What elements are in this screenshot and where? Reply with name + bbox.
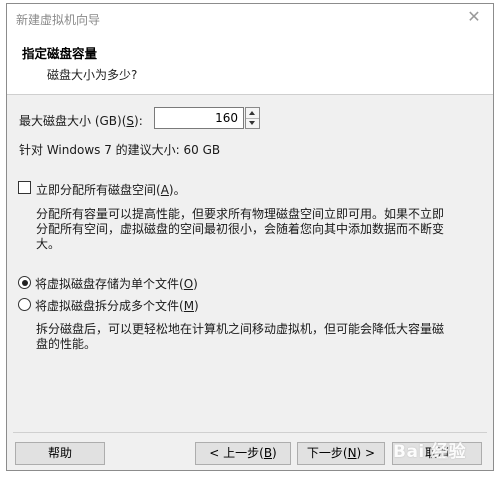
split-multiple-files-radio[interactable] xyxy=(18,298,31,311)
window-title: 新建虚拟机向导 xyxy=(16,13,101,27)
next-button[interactable]: 下一步(N) > xyxy=(297,442,385,465)
recommended-size-text: 针对 Windows 7 的建议大小: 60 GB xyxy=(19,143,221,157)
page-title: 指定磁盘容量 xyxy=(22,46,98,61)
close-icon[interactable]: ✕ xyxy=(465,8,483,26)
allocate-desc-line: 分配所有容量可以提高性能，但要求所有物理磁盘空间立即可用。如果不立即 xyxy=(36,207,445,221)
wizard-header: 指定磁盘容量 磁盘大小为多少? xyxy=(7,31,493,95)
split-multiple-files-label[interactable]: 将虚拟磁盘拆分成多个文件(M) xyxy=(35,297,199,314)
title-bar: 新建虚拟机向导 ✕ xyxy=(7,4,493,31)
split-desc-line: 拆分磁盘后，可以更轻松地在计算机之间移动虚拟机，但可能会降低大容量磁 xyxy=(36,322,445,336)
store-single-file-radio[interactable] xyxy=(18,276,31,289)
split-desc-line: 盘的性能。 xyxy=(36,337,97,351)
allocate-desc-line: 分配所有空间，虚拟磁盘的空间最初很小，会随着您向其中添加数据而不断变 xyxy=(36,222,445,236)
store-single-file-label[interactable]: 将虚拟磁盘存储为单个文件(O) xyxy=(35,275,198,292)
arrow-up-icon xyxy=(249,111,255,115)
spin-down-button[interactable] xyxy=(246,118,259,128)
page-subtitle: 磁盘大小为多少? xyxy=(47,68,138,82)
radio-selected-dot xyxy=(21,279,28,286)
back-button[interactable]: < 上一步(B) xyxy=(195,442,291,465)
allocate-desc-line: 大。 xyxy=(36,237,61,251)
split-description: 拆分磁盘后，可以更轻松地在计算机之间移动虚拟机，但可能会降低大容量磁 盘的性能。 xyxy=(36,322,444,352)
allocate-all-label[interactable]: 立即分配所有磁盘空间(A)。 xyxy=(36,181,186,198)
baidu-jingyan-watermark: Bai 经验 xyxy=(393,442,467,462)
allocate-all-checkbox[interactable] xyxy=(18,181,31,194)
arrow-down-icon xyxy=(249,121,255,125)
disk-size-input[interactable]: 160 xyxy=(154,107,244,129)
disk-size-label: 最大磁盘大小 (GB)(S): xyxy=(19,114,143,128)
help-button[interactable]: 帮助 xyxy=(15,442,105,465)
footer-divider xyxy=(13,432,487,433)
disk-size-spinner[interactable] xyxy=(245,107,260,129)
new-vm-wizard-dialog: 新建虚拟机向导 ✕ 指定磁盘容量 磁盘大小为多少? 最大磁盘大小 (GB)(S)… xyxy=(6,3,494,471)
allocate-description: 分配所有容量可以提高性能，但要求所有物理磁盘空间立即可用。如果不立即 分配所有空… xyxy=(36,207,444,252)
